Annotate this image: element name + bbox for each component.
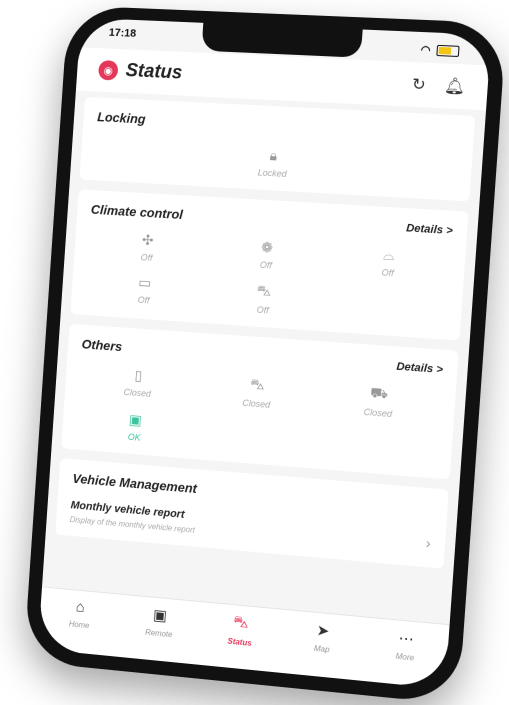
climate-item-windshield: ⌓ Off <box>326 243 451 282</box>
rear-window-icon: ▭ <box>86 271 205 295</box>
tab-status[interactable]: ⛍ Status <box>205 611 276 650</box>
home-icon: ⌂ <box>46 596 114 619</box>
climate-item-rear-window: ▭ Off <box>85 271 205 311</box>
climate-title: Climate control <box>90 202 183 222</box>
app-screen: 17:18 ◠ ◉ Status ↻ 🔔︎ Locking 🔒︎ Locked <box>38 18 492 689</box>
climate-item-fan: ✣ Off <box>88 228 208 266</box>
bell-icon[interactable]: 🔔︎ <box>443 76 465 97</box>
seat-heat-icon: ❁ <box>207 236 329 260</box>
battery-icon <box>436 44 459 56</box>
others-item-trunk: ⛟ Closed <box>316 380 441 422</box>
locking-title: Locking <box>97 109 460 142</box>
others-grid: ▯ Closed ⛍ Closed ⛟ Closed ▣ OK <box>75 363 441 466</box>
climate-item-car: ⛍ Off <box>202 278 325 319</box>
others-details-link[interactable]: Details > <box>396 360 443 375</box>
wifi-icon: ◠ <box>420 43 431 57</box>
tab-remote[interactable]: ▣ Remote <box>124 603 194 641</box>
chevron-right-icon: › <box>425 534 431 551</box>
phone-frame: 17:18 ◠ ◉ Status ↻ 🔔︎ Locking 🔒︎ Locked <box>24 5 507 704</box>
others-card: Others Details > ▯ Closed ⛍ Closed ⛟ Clo… <box>61 324 459 480</box>
refresh-icon[interactable]: ↻ <box>411 74 426 95</box>
climate-details-link[interactable]: Details > <box>406 222 453 237</box>
remote-icon: ▣ <box>125 603 194 627</box>
status-time: 17:18 <box>108 27 136 46</box>
climate-item-seat: ❁ Off <box>206 236 329 274</box>
locking-card: Locking 🔒︎ Locked <box>79 97 475 202</box>
climate-grid: ✣ Off ❁ Off ⌓ Off ▭ Off ⛍ Off <box>85 228 452 327</box>
fan-icon: ✣ <box>89 228 208 252</box>
others-item-car: ⛍ Closed <box>196 372 319 414</box>
others-item-door: ▯ Closed <box>78 363 198 404</box>
others-title: Others <box>81 337 122 355</box>
more-icon: ⋯ <box>370 626 443 651</box>
tab-home[interactable]: ⌂ Home <box>45 596 114 633</box>
car-status-icon: ⛍ <box>206 611 277 636</box>
lock-status: 🔒︎ Locked <box>94 138 458 189</box>
brand-logo-icon: ◉ <box>98 60 119 81</box>
climate-card: Climate control Details > ✣ Off ❁ Off ⌓ … <box>70 189 468 340</box>
page-title: Status <box>125 60 395 94</box>
status-content: Locking 🔒︎ Locked Climate control Detail… <box>52 97 475 619</box>
notch <box>201 23 362 58</box>
navigation-icon: ➤ <box>287 618 358 643</box>
tab-more[interactable]: ⋯ More <box>369 626 443 665</box>
tab-map[interactable]: ➤ Map <box>286 618 358 657</box>
others-item-battery: ▣ OK <box>75 407 195 447</box>
car-climate-icon: ⛍ <box>203 278 325 305</box>
windshield-icon: ⌓ <box>327 243 451 268</box>
